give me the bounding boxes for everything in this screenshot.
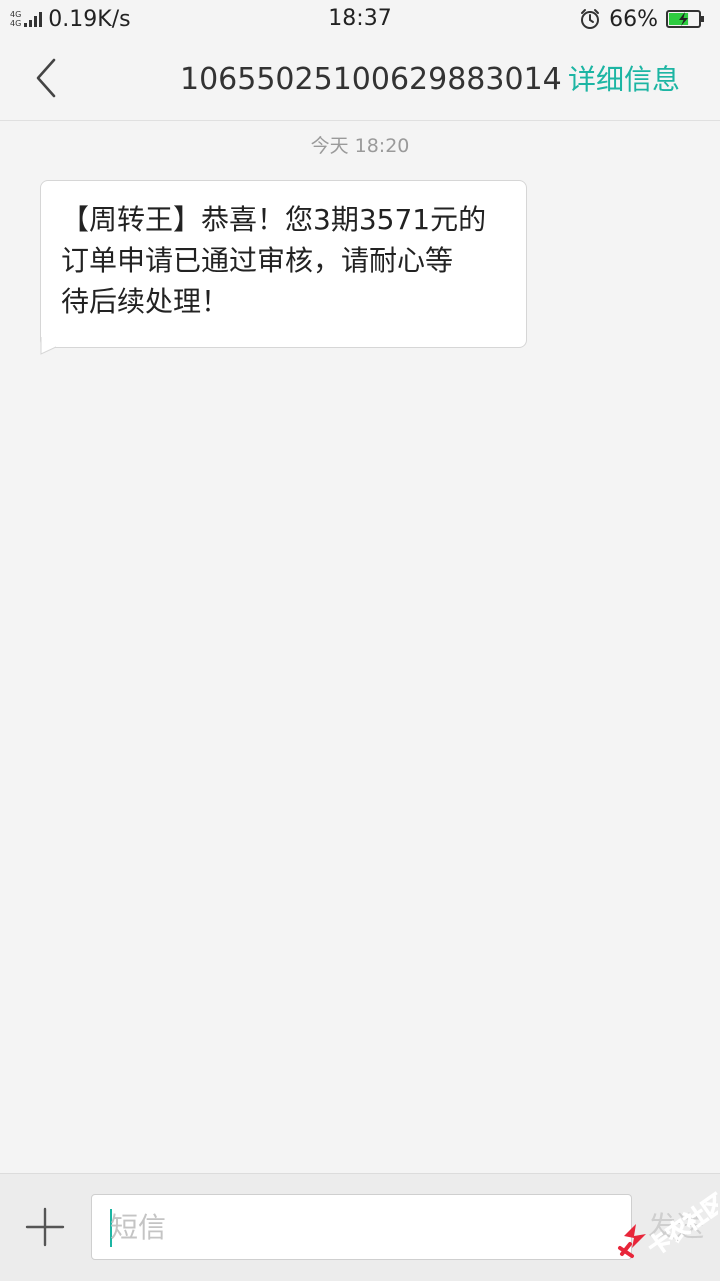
battery-charging-icon	[666, 10, 704, 28]
watermark-text: 卡农社区	[643, 1189, 718, 1261]
battery-percent: 66%	[609, 6, 658, 32]
status-right: 66%	[579, 4, 706, 34]
message-input[interactable]	[110, 1195, 610, 1259]
status-bar: 4G 4G 0.19K/s 18:37 66%	[0, 0, 720, 38]
composer-bar: 发送	[0, 1173, 720, 1281]
contact-number: 10655025100629883014	[180, 62, 562, 97]
message-line: 订单申请已通过审核，请耐心等	[61, 244, 454, 277]
alarm-clock-icon	[581, 9, 600, 29]
back-button[interactable]	[28, 56, 64, 100]
date-divider: 今天 18:20	[310, 135, 410, 157]
chevron-left-icon	[36, 58, 56, 98]
message-list[interactable]: 今天 18:20 【周转王】恭喜！您3期3571元的 订单申请已通过审核，请耐心…	[0, 121, 720, 1173]
plus-icon[interactable]	[24, 1206, 66, 1248]
message-line: 【周转王】恭喜！您3期3571元的	[61, 203, 487, 236]
bubble-tail	[40, 337, 58, 355]
message-input-box[interactable]	[91, 1194, 632, 1260]
kanong-watermark-logo: 卡农社区	[618, 1189, 718, 1262]
message-line: 待后续处理！	[61, 285, 230, 318]
incoming-message-bubble[interactable]: 【周转王】恭喜！您3期3571元的 订单申请已通过审核，请耐心等 待后续处理！	[40, 180, 527, 348]
details-button[interactable]: 详细信息	[568, 60, 680, 100]
message-text: 【周转王】恭喜！您3期3571元的 订单申请已通过审核，请耐心等 待后续处理！	[61, 199, 506, 322]
conversation-header: 10655025100629883014 详细信息	[0, 38, 720, 121]
